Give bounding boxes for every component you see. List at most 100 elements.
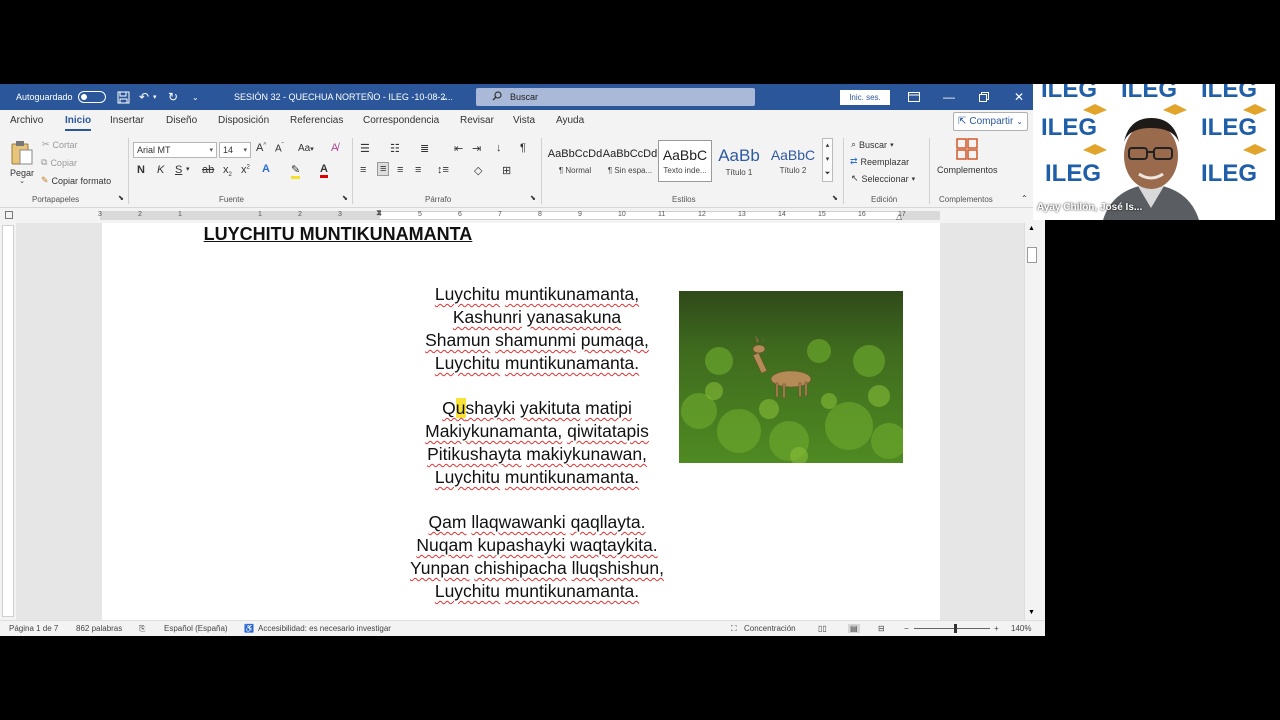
- proofing-icon[interactable]: ⎘: [139, 624, 145, 634]
- styles-scroll-icon[interactable]: ▴ ▾ ⏷: [822, 138, 833, 182]
- tab-revisar[interactable]: Revisar: [460, 115, 494, 126]
- italic-icon[interactable]: K: [157, 164, 164, 176]
- print-layout-icon[interactable]: ▤: [848, 624, 860, 633]
- accessibility-label[interactable]: Accesibilidad: es necesario investigar: [258, 624, 391, 633]
- search-box[interactable]: Buscar: [476, 88, 755, 106]
- scroll-up-icon[interactable]: ▲: [1028, 225, 1035, 232]
- zoom-level[interactable]: 140%: [1011, 624, 1031, 633]
- shrink-font-icon[interactable]: Aˇ: [275, 143, 284, 154]
- text-effects-icon[interactable]: A: [262, 163, 270, 175]
- zoom-slider[interactable]: [914, 628, 990, 629]
- font-color-icon[interactable]: A: [320, 163, 328, 178]
- tab-inicio[interactable]: Inicio: [65, 115, 92, 131]
- pilcrow-icon[interactable]: ¶: [520, 142, 526, 154]
- style-normal[interactable]: AaBbCcDd ¶ Normal: [548, 140, 602, 182]
- cursor-icon: ↖: [851, 173, 859, 183]
- scroll-down-icon[interactable]: ▼: [1028, 609, 1035, 616]
- increase-indent-icon[interactable]: ⇥: [472, 142, 481, 155]
- indent-marker-icon[interactable]: ⧗: [376, 208, 382, 218]
- align-left-icon[interactable]: ≡: [360, 164, 366, 176]
- clipboard-launcher-icon[interactable]: ⬊: [118, 194, 124, 202]
- numbering-icon[interactable]: ☷: [390, 142, 400, 155]
- document-page[interactable]: LUYCHITU MUNTIKUNAMANTA Luychitu muntiku…: [102, 223, 940, 620]
- select-button[interactable]: ↖ Seleccionar ▾: [851, 173, 915, 184]
- tab-insertar[interactable]: Insertar: [110, 115, 144, 126]
- subscript-icon[interactable]: x2: [223, 164, 232, 178]
- underline-dropdown-icon[interactable]: ▾: [186, 165, 190, 173]
- horizontal-ruler: 3 2 1 1 2 3 4 5 6 7 8 9 10 11 12 13 14 15 16 17 ⧗ △: [0, 208, 1045, 223]
- line-spacing-icon[interactable]: ↕≡: [437, 164, 449, 176]
- decrease-indent-icon[interactable]: ⇤: [454, 142, 463, 155]
- style-body-indent[interactable]: AaBbC Texto inde...: [658, 140, 712, 182]
- change-case-button[interactable]: Aa▾: [298, 143, 314, 154]
- customize-qat-icon[interactable]: ⌄: [192, 84, 199, 110]
- tab-selector-icon[interactable]: [5, 211, 13, 219]
- save-icon[interactable]: [117, 84, 130, 110]
- highlight-icon[interactable]: ✎: [291, 163, 301, 179]
- scroll-thumb[interactable]: [1027, 247, 1037, 263]
- find-button[interactable]: ⌕ Buscar ▾: [851, 139, 894, 150]
- grow-font-icon[interactable]: A^: [256, 142, 266, 154]
- ribbon-display-icon[interactable]: [896, 84, 932, 110]
- restore-icon[interactable]: [966, 84, 1002, 110]
- language-label[interactable]: Español (España): [164, 624, 228, 633]
- word-count[interactable]: 862 palabras: [76, 624, 122, 633]
- align-center-icon[interactable]: ≡: [377, 162, 390, 176]
- shading-icon[interactable]: ◇: [474, 164, 482, 177]
- collapse-ribbon-icon[interactable]: ⌃: [1021, 194, 1028, 203]
- copy-button[interactable]: ⧉ Copiar: [41, 157, 77, 168]
- tab-correspondencia[interactable]: Correspondencia: [363, 115, 439, 126]
- tab-ayuda[interactable]: Ayuda: [556, 115, 584, 126]
- clear-format-icon[interactable]: A̸: [331, 142, 338, 154]
- paste-button[interactable]: Pegar ⌄: [10, 140, 34, 185]
- font-launcher-icon[interactable]: ⬊: [342, 194, 348, 202]
- borders-icon[interactable]: ⊞: [502, 164, 511, 177]
- align-right-icon[interactable]: ≡: [397, 164, 403, 176]
- minimize-icon[interactable]: —: [931, 84, 967, 110]
- zoom-out-icon[interactable]: −: [904, 624, 909, 633]
- focus-mode-button[interactable]: Concentración: [744, 624, 796, 633]
- superscript-icon[interactable]: x2: [241, 164, 250, 176]
- tab-referencias[interactable]: Referencias: [290, 115, 343, 126]
- deer-photo[interactable]: [679, 291, 903, 463]
- paragraph-launcher-icon[interactable]: ⬊: [530, 194, 536, 202]
- sign-in-button[interactable]: Inic. ses.: [840, 90, 890, 105]
- bullets-icon[interactable]: ☰: [360, 142, 370, 155]
- tab-vista[interactable]: Vista: [513, 115, 535, 126]
- right-indent-marker-icon[interactable]: △: [896, 212, 902, 221]
- read-mode-icon[interactable]: ▯▯: [818, 624, 827, 633]
- sort-icon[interactable]: ↓: [496, 142, 502, 154]
- zoom-in-icon[interactable]: +: [994, 624, 999, 633]
- style-no-spacing[interactable]: AaBbCcDd ¶ Sin espa...: [603, 140, 657, 182]
- tab-archivo[interactable]: Archivo: [10, 115, 43, 126]
- underline-icon[interactable]: S: [175, 164, 182, 176]
- styles-launcher-icon[interactable]: ⬊: [832, 194, 838, 202]
- multilevel-list-icon[interactable]: ≣: [420, 142, 429, 155]
- replace-button[interactable]: ⇄ Reemplazar: [850, 156, 909, 167]
- font-name-select[interactable]: Arial MT ▾: [133, 142, 217, 158]
- share-button[interactable]: ⇱ Compartir ⌄: [953, 112, 1028, 131]
- web-layout-icon[interactable]: ⊟: [878, 624, 885, 633]
- title-bar: Autoguardado ↶ ▾ ↻ ⌄ SESIÓN 32 - QUECHUA…: [0, 84, 1045, 110]
- change-case-label: Aa: [298, 143, 311, 154]
- title-dropdown-icon[interactable]: ⌄: [441, 84, 449, 110]
- tab-disposicion[interactable]: Disposición: [218, 115, 269, 126]
- undo-icon[interactable]: ↶: [139, 84, 149, 110]
- font-size-select[interactable]: 14 ▾: [219, 142, 251, 158]
- strikethrough-icon[interactable]: ab: [202, 164, 214, 176]
- justify-icon[interactable]: ≡: [415, 164, 421, 176]
- zoom-slider-thumb[interactable]: [954, 624, 957, 633]
- undo-dropdown-icon[interactable]: ▾: [153, 84, 157, 110]
- vertical-scrollbar[interactable]: ▲ ▼: [1024, 223, 1038, 620]
- format-painter-button[interactable]: ✎ Copiar formato: [41, 175, 111, 186]
- autosave-toggle[interactable]: [72, 84, 106, 110]
- tab-diseno[interactable]: Diseño: [166, 115, 197, 126]
- close-icon[interactable]: ✕: [1001, 84, 1037, 110]
- redo-icon[interactable]: ↻: [168, 84, 178, 110]
- style-heading-1[interactable]: AaBb Título 1: [712, 140, 766, 182]
- cut-button[interactable]: ✂ Cortar: [42, 139, 78, 150]
- bold-icon[interactable]: N: [137, 164, 145, 176]
- style-heading-2[interactable]: AaBbC Título 2: [766, 140, 820, 182]
- page-count[interactable]: Página 1 de 7: [9, 624, 58, 633]
- addins-button[interactable]: Complementos: [937, 138, 998, 175]
